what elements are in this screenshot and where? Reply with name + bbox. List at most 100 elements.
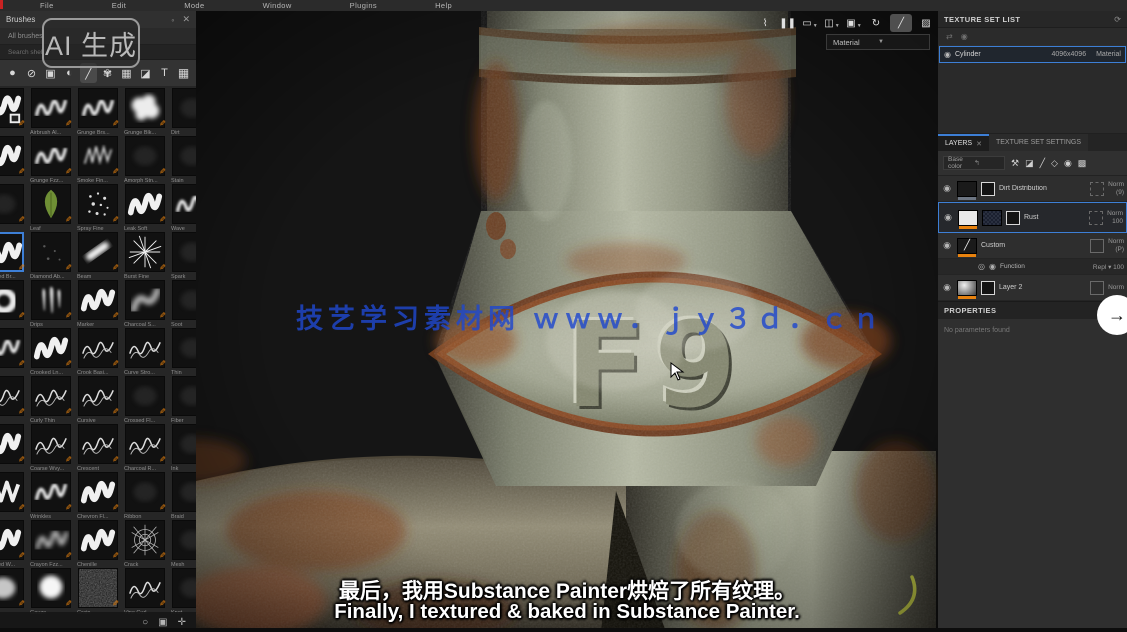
layer-row[interactable]: ◉RustNorm100 bbox=[938, 202, 1127, 233]
eye-icon[interactable]: ◉ bbox=[944, 50, 951, 59]
brush-item[interactable]: ✎Curve Stro... bbox=[122, 327, 169, 375]
brush-item[interactable]: ✎Leak Soft bbox=[122, 183, 169, 231]
brush-item[interactable]: ✎Cursive bbox=[75, 375, 122, 423]
effect-icon[interactable]: ◎ bbox=[978, 262, 985, 271]
brush-item[interactable]: ✎Soot bbox=[169, 279, 196, 327]
brush-item[interactable]: ✎Curve bbox=[0, 327, 28, 375]
brush-item[interactable]: ✎Zigzag bbox=[0, 471, 28, 519]
layer-row[interactable]: ◉╱CustomNorm(P) bbox=[938, 233, 1127, 259]
screenshot-icon[interactable]: ▨ bbox=[918, 15, 934, 31]
brush-thumbnail[interactable] bbox=[172, 232, 196, 272]
blend-thumb[interactable] bbox=[1090, 239, 1104, 253]
brush-thumbnail[interactable] bbox=[172, 472, 196, 512]
layer-visibility-icon[interactable]: ◉ bbox=[941, 183, 953, 194]
effect-blend-opacity[interactable]: Repl ▾ 100 bbox=[1093, 263, 1124, 271]
brush-item[interactable]: ✎Braid bbox=[169, 471, 196, 519]
brush-thumbnail[interactable] bbox=[172, 328, 196, 368]
brush-item[interactable]: ✎Leaf bbox=[28, 183, 75, 231]
brush-item[interactable]: ✎Vine Curl bbox=[122, 567, 169, 615]
menu-item-help[interactable]: Help bbox=[435, 1, 452, 10]
menu-item-edit[interactable]: Edit bbox=[112, 1, 127, 10]
texture-set-row[interactable]: ◉ Cylinder 4096x4096 Material bbox=[939, 46, 1126, 63]
effect-icon[interactable]: ◉ bbox=[989, 262, 996, 271]
menu-item-window[interactable]: Window bbox=[263, 1, 292, 10]
brush-item[interactable]: ✎Ink bbox=[169, 423, 196, 471]
blend-thumb[interactable] bbox=[1090, 182, 1104, 196]
brush-item[interactable]: ✎Torus bbox=[0, 279, 28, 327]
brush-item[interactable]: ✎Gauze bbox=[28, 567, 75, 615]
brush-item[interactable]: ✎Grain bbox=[75, 567, 122, 615]
brush-thumbnail[interactable] bbox=[172, 424, 196, 464]
material-tool-icon[interactable]: ◪ bbox=[137, 63, 154, 83]
layer-row[interactable]: ◉Layer 2Norm bbox=[938, 275, 1127, 301]
refresh-icon[interactable]: ⟳ bbox=[1114, 15, 1121, 24]
brush-item[interactable]: ✎Ribbon bbox=[122, 471, 169, 519]
blend-thumb[interactable] bbox=[1089, 211, 1103, 225]
menu-item-mode[interactable]: Mode bbox=[184, 1, 204, 10]
smart-mask-icon[interactable]: ◉ bbox=[1064, 158, 1072, 169]
brush-item[interactable]: ✎Quill bbox=[0, 375, 28, 423]
brush-item[interactable]: ✎Dust bbox=[0, 183, 28, 231]
brush-item[interactable]: ✎Spray Fine bbox=[75, 183, 122, 231]
brush-item[interactable]: ✎Knot bbox=[169, 567, 196, 615]
brush-item[interactable]: ✎Crooked Ln... bbox=[28, 327, 75, 375]
tab-texture-set-settings[interactable]: TEXTURE SET SETTINGS bbox=[989, 134, 1088, 151]
text-tool-icon[interactable]: T bbox=[156, 63, 173, 83]
brush-item[interactable]: ✎Chevron Fl... bbox=[75, 471, 122, 519]
rotate-icon[interactable]: ↻ bbox=[868, 15, 884, 31]
layer-visibility-icon[interactable]: ◉ bbox=[942, 212, 954, 223]
symmetry-icon[interactable]: ⌇ bbox=[757, 15, 773, 31]
layer-row[interactable]: ◉Dirt DistributionNorm(9) bbox=[938, 176, 1127, 202]
brush-item[interactable]: ✎Grunge Blk... bbox=[122, 87, 169, 135]
layer-thumbnail[interactable] bbox=[982, 210, 1002, 226]
brush-item[interactable]: ✎Wrinkles bbox=[28, 471, 75, 519]
display-mode-icon[interactable]: ▭▼ bbox=[802, 15, 818, 31]
brush-thumbnail[interactable] bbox=[172, 136, 196, 176]
brush-item[interactable]: ✎Charcoal R... bbox=[122, 423, 169, 471]
layer-effect-row[interactable]: ◎◉FunctionRepl ▾ 100 bbox=[938, 259, 1127, 275]
add-icon[interactable]: ✛ bbox=[178, 617, 186, 628]
brush-item[interactable]: ✎Coarse Wvy... bbox=[28, 423, 75, 471]
quick-edit-icon[interactable]: ╱ bbox=[890, 14, 912, 32]
brush-item[interactable]: ✎Thin bbox=[169, 327, 196, 375]
brush-item[interactable]: ✎Stain bbox=[169, 135, 196, 183]
settings-icon[interactable]: ◦ bbox=[171, 15, 174, 25]
brush-item[interactable]: ✎Crossed Fl... bbox=[122, 375, 169, 423]
brush-item[interactable]: ✎Drips bbox=[28, 279, 75, 327]
layer-mask-icon[interactable] bbox=[1006, 211, 1020, 225]
layer-thumbnail[interactable]: ╱ bbox=[957, 238, 977, 254]
brush-item[interactable]: ✎Soft bbox=[0, 135, 28, 183]
close-tab-icon[interactable]: ✕ bbox=[976, 140, 982, 148]
square-view-icon[interactable]: ▣ bbox=[158, 617, 167, 628]
brush-item[interactable]: ✎Airbrush Al... bbox=[28, 87, 75, 135]
fill-layer-icon[interactable]: ▩ bbox=[1078, 158, 1087, 169]
brush-item[interactable]: ✎Textured W... bbox=[0, 519, 28, 567]
brush-item[interactable]: ✎Curly Thin bbox=[28, 375, 75, 423]
brush-item[interactable]: ✎Selected Br... bbox=[0, 231, 28, 279]
menu-item-file[interactable]: File bbox=[40, 1, 54, 10]
close-icon[interactable]: ✕ bbox=[182, 14, 190, 25]
brush-thumbnail[interactable] bbox=[172, 376, 196, 416]
blend-thumb[interactable] bbox=[1090, 281, 1104, 295]
tab-layers[interactable]: LAYERS✕ bbox=[938, 134, 989, 151]
brush-item[interactable]: ✎Crayon Fzz... bbox=[28, 519, 75, 567]
link-icon[interactable]: ⇄ bbox=[946, 32, 953, 41]
paint-tool-icon[interactable]: ● bbox=[4, 63, 21, 83]
brush-item[interactable]: ✎Chalk bbox=[0, 567, 28, 615]
brush-item[interactable]: ✎Spark bbox=[169, 231, 196, 279]
brush-item[interactable]: ✎Wave bbox=[169, 183, 196, 231]
brush-item[interactable]: ✎Crack bbox=[122, 519, 169, 567]
undo-icon[interactable]: ↰ bbox=[974, 159, 1000, 167]
brush-thumbnail[interactable] bbox=[172, 280, 196, 320]
brush-item[interactable]: ✎Dirt bbox=[169, 87, 196, 135]
viewport-3d[interactable]: F9 F9 F9 bbox=[196, 11, 938, 632]
brush-item[interactable]: ✎Mesh bbox=[169, 519, 196, 567]
circle-view-icon[interactable]: ○ bbox=[142, 617, 148, 628]
folder-icon[interactable]: ◪ bbox=[1025, 158, 1034, 169]
brush-item[interactable]: ✎Marker bbox=[75, 279, 122, 327]
menu-item-plugins[interactable]: Plugins bbox=[350, 1, 377, 10]
effects-icon[interactable]: ⚒ bbox=[1011, 158, 1019, 169]
brush-item[interactable]: ✎Charcoal S... bbox=[122, 279, 169, 327]
brush-item[interactable]: ✎Amorph Stn... bbox=[122, 135, 169, 183]
render-mode-icon[interactable]: ▣▼ bbox=[846, 15, 862, 31]
